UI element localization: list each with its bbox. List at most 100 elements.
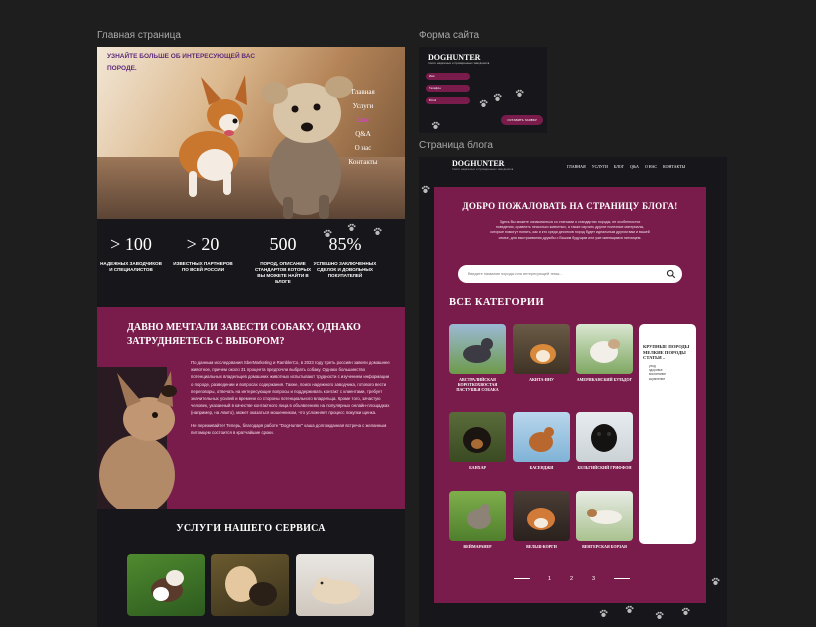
- services-section: УСЛУГИ НАШЕГО СЕРВИСА: [97, 509, 405, 627]
- service-image-3[interactable]: [296, 554, 374, 616]
- paw-icon: [323, 229, 332, 238]
- form-subtitle: поиск надежных и проверенных заводчиков: [428, 62, 490, 65]
- search-icon[interactable]: [666, 269, 676, 279]
- main-nav: Главная Услуги Блог Q&A О нас Контакты: [343, 85, 383, 169]
- paw-icon: [625, 605, 634, 614]
- paw-icon: [599, 609, 608, 618]
- breed-image: [513, 412, 570, 462]
- form-logo: DOGHUNTER: [428, 53, 481, 62]
- breed-image: [576, 412, 633, 462]
- nav-item-blog[interactable]: БЛОГ: [614, 164, 624, 169]
- page-3[interactable]: 3: [592, 572, 595, 586]
- main-page-frame: УЗНАЙТЕ БОЛЬШЕ ОБ ИНТЕРЕСУЮЩЕЙ ВАС ПОРОД…: [97, 47, 405, 627]
- nav-item-blog[interactable]: Блог: [343, 113, 383, 127]
- search-input[interactable]: Введите название породы или интересующей…: [468, 265, 563, 283]
- breed-image: [513, 324, 570, 374]
- breed-card[interactable]: БЕЛЬГИЙСКИЙ ГРИФФОН: [576, 412, 633, 470]
- hero-section: УЗНАЙТЕ БОЛЬШЕ ОБ ИНТЕРЕСУЮЩЕЙ ВАС ПОРОД…: [97, 47, 405, 219]
- breed-image: [449, 324, 506, 374]
- frame-label-form: Форма сайта: [419, 30, 480, 41]
- next-arrow-icon[interactable]: [614, 578, 630, 579]
- stat-number: > 100: [110, 234, 152, 254]
- breed-image: [449, 412, 506, 462]
- breed-card[interactable]: АВСТРАЛИЙСКАЯ КОРОТКОХВОСТАЯ ПАСТУШЬЯ СО…: [449, 324, 506, 392]
- phone-field[interactable]: Телефон: [426, 85, 470, 92]
- sidebar-list: уход здоровье воспитание кормление: [649, 364, 693, 381]
- page-2[interactable]: 2: [570, 572, 573, 586]
- dream-section: ДАВНО МЕЧТАЛИ ЗАВЕСТИ СОБАКУ, ОДНАКО ЗАТ…: [97, 307, 405, 509]
- breed-card[interactable]: ВЕЛЬШ-КОРГИ: [513, 491, 570, 549]
- hero-title: УЗНАЙТЕ БОЛЬШЕ ОБ ИНТЕРЕСУЮЩЕЙ ВАС ПОРОД…: [107, 53, 256, 72]
- name-field[interactable]: Имя: [426, 73, 470, 80]
- paw-icon: [479, 99, 488, 108]
- paw-icon: [373, 227, 382, 236]
- categories-sidebar: КРУПНЫЕ ПОРОДЫ МЕЛКИЕ ПОРОДЫ СТАТЬИ – ух…: [639, 324, 696, 544]
- stat-breeders: > 100 НАДЕЖНЫХ ЗАВОДЧИКОВ И СПЕЦИАЛИСТОВ: [99, 233, 163, 273]
- dream-text: По данным исследования SberMarketing и R…: [191, 359, 391, 441]
- nav-item-about[interactable]: О нас: [343, 141, 383, 155]
- nav-item-home[interactable]: Главная: [343, 85, 383, 99]
- breed-card[interactable]: АМЕРИКАНСКИЙ БУЛЬДОГ: [576, 324, 633, 382]
- blog-subtitle: поиск надежных и проверенных заводчиков: [452, 168, 514, 171]
- prev-arrow-icon[interactable]: [514, 578, 530, 579]
- frame-label-main: Главная страница: [97, 30, 181, 41]
- nav-item-home[interactable]: ГЛАВНАЯ: [567, 164, 586, 169]
- breed-label: АВСТРАЛИЙСКАЯ КОРОТКОХВОСТАЯ ПАСТУШЬЯ СО…: [456, 377, 499, 392]
- breed-image: [449, 491, 506, 541]
- dream-title: ДАВНО МЕЧТАЛИ ЗАВЕСТИ СОБАКУ, ОДНАКО ЗАТ…: [127, 322, 361, 347]
- stat-caption: УСПЕШНО ЗАКЛЮЧЕННЫХ СДЕЛОК И ДОВОЛЬНЫХ П…: [313, 261, 377, 278]
- nav-item-services[interactable]: УСЛУГИ: [592, 164, 608, 169]
- nav-item-qa[interactable]: Q&A: [630, 164, 639, 169]
- paw-icon: [515, 89, 524, 98]
- nav-item-contacts[interactable]: КОНТАКТЫ: [663, 164, 685, 169]
- nav-item-services[interactable]: Услуги: [343, 99, 383, 113]
- blog-panel: ДОБРО ПОЖАЛОВАТЬ НА СТРАНИЦУ БЛОГА! Здес…: [434, 187, 706, 603]
- paw-icon: [681, 607, 690, 616]
- email-field[interactable]: Email: [426, 97, 470, 104]
- sidebar-item[interactable]: кормление: [649, 377, 693, 381]
- sidebar-title[interactable]: КРУПНЫЕ ПОРОДЫ МЕЛКИЕ ПОРОДЫ СТАТЬИ –: [643, 344, 695, 361]
- stat-caption: НАДЕЖНЫХ ЗАВОДЧИКОВ И СПЕЦИАЛИСТОВ: [100, 261, 162, 272]
- stat-caption: ПОРОД, ОПИСАНИЕ СТАНДАРТОВ КОТОРЫХ ВЫ МО…: [254, 261, 312, 284]
- pagination: 1 2 3: [434, 572, 706, 586]
- breed-label: АКИТА-ИНУ: [529, 377, 554, 382]
- breed-image: [576, 491, 633, 541]
- nav-item-about[interactable]: О НАС: [645, 164, 657, 169]
- frame-label-blog: Страница блога: [419, 140, 493, 151]
- blog-title: ДОБРО ПОЖАЛОВАТЬ НА СТРАНИЦУ БЛОГА!: [462, 201, 678, 211]
- breed-label: БАСЕНДЖИ: [529, 465, 554, 470]
- breed-label: ВЕЛЬШ-КОРГИ: [526, 544, 557, 549]
- breed-image: [576, 324, 633, 374]
- nav-item-contacts[interactable]: Контакты: [343, 155, 383, 169]
- paw-icon: [347, 223, 356, 232]
- paw-icon: [711, 577, 720, 586]
- form-frame: DOGHUNTER поиск надежных и проверенных з…: [419, 47, 547, 133]
- service-image-2[interactable]: [211, 554, 289, 616]
- paw-icon: [431, 121, 440, 130]
- blog-nav: ГЛАВНАЯ УСЛУГИ БЛОГ Q&A О НАС КОНТАКТЫ: [567, 164, 685, 169]
- service-image-1[interactable]: [127, 554, 205, 616]
- page-1[interactable]: 1: [548, 572, 551, 586]
- breed-image: [513, 491, 570, 541]
- breed-card[interactable]: БАСЕНДЖИ: [513, 412, 570, 470]
- categories-title: ВСЕ КАТЕГОРИИ: [449, 297, 545, 308]
- stat-deals: 85% УСПЕШНО ЗАКЛЮЧЕННЫХ СДЕЛОК И ДОВОЛЬН…: [313, 233, 377, 279]
- nav-item-qa[interactable]: Q&A: [343, 127, 383, 141]
- services-title: УСЛУГИ НАШЕГО СЕРВИСА: [176, 523, 326, 534]
- breed-card[interactable]: АКИТА-ИНУ: [513, 324, 570, 382]
- breed-card[interactable]: ВЕЙМАРАНЕР: [449, 491, 506, 549]
- breed-label: БАНХАР: [469, 465, 486, 470]
- stat-number: > 20: [186, 234, 220, 254]
- dream-paragraph: Не переживайте! Теперь, благодаря работе…: [191, 422, 387, 435]
- breed-card[interactable]: ВЕНГЕРСКАЯ БОРЗАЯ: [576, 491, 633, 549]
- breed-card[interactable]: БАНХАР: [449, 412, 506, 470]
- breed-label: ВЕЙМАРАНЕР: [463, 544, 492, 549]
- search-bar[interactable]: Введите название породы или интересующей…: [458, 265, 682, 283]
- stat-breeds: 500 ПОРОД, ОПИСАНИЕ СТАНДАРТОВ КОТОРЫХ В…: [251, 233, 315, 285]
- blog-logo[interactable]: DOGHUNTER: [452, 159, 504, 168]
- breed-label: ВЕНГЕРСКАЯ БОРЗАЯ: [582, 544, 627, 549]
- blog-description: Здесь Вы можете ознакомиться со статьями…: [490, 220, 650, 240]
- stat-partners: > 20 ИЗВЕСТНЫХ ПАРТНЕРОВ ПО ВСЕЙ РОССИИ: [171, 233, 235, 273]
- stat-number: 500: [269, 234, 297, 254]
- submit-button[interactable]: ОСТАВИТЬ ЗАЯВКУ: [501, 115, 543, 125]
